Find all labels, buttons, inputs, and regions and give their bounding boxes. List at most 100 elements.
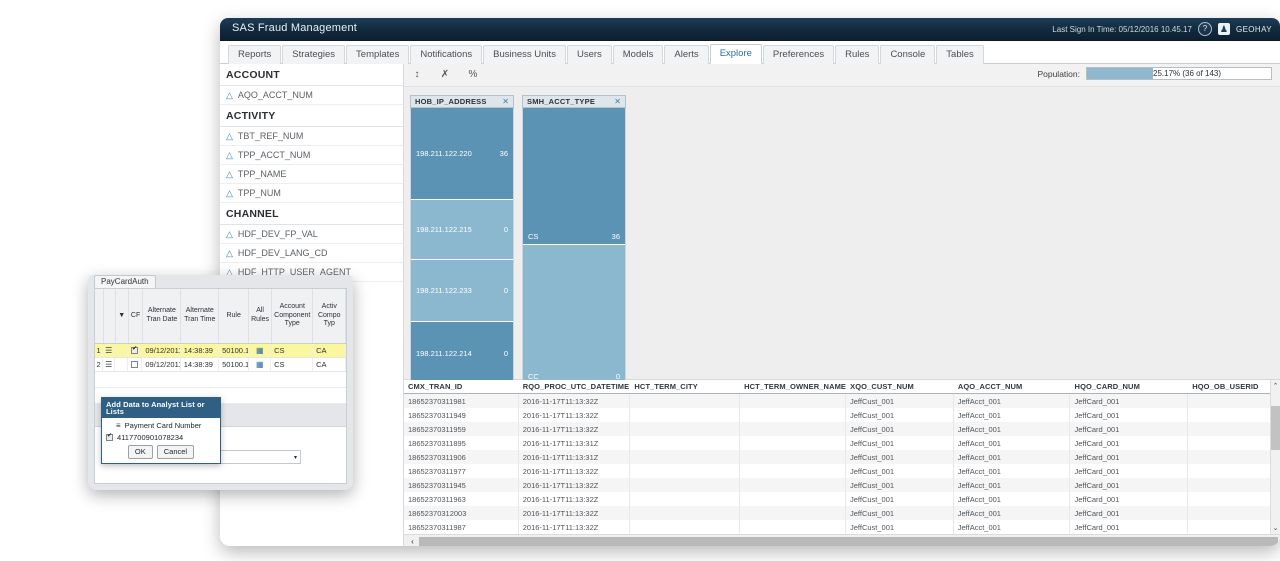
table-cell <box>1188 450 1266 464</box>
row-menu-icon[interactable]: ☰ <box>103 344 115 357</box>
paycardauth-row[interactable]: 1 ☰ 09/12/2011 14:38:39 50100.1 ▦ CS CA <box>95 344 346 358</box>
ph-alternate-tran-time[interactable]: AlternateTran Time <box>181 289 219 343</box>
table-cell: 18652370311959 <box>404 422 519 436</box>
user-avatar-icon[interactable]: ♟ <box>1218 23 1230 35</box>
tab-rules[interactable]: Rules <box>835 45 879 65</box>
table-row[interactable]: 186523703119772016-11-17T11:13:32ZJeffCu… <box>404 464 1280 478</box>
column-header-hct-term-owner-name[interactable]: HCT_TERM_OWNER_NAME <box>740 380 846 393</box>
table-row[interactable]: 186523703119492016-11-17T11:13:32ZJeffCu… <box>404 408 1280 422</box>
table-row[interactable]: 186523703119592016-11-17T11:13:32ZJeffCu… <box>404 422 1280 436</box>
percent-icon[interactable]: % <box>466 68 480 82</box>
field-item-hdf-dev-lang-cd[interactable]: △ HDF_DEV_LANG_CD <box>220 244 403 263</box>
cf-checkbox-cell[interactable] <box>128 358 143 371</box>
close-icon[interactable]: ✕ <box>502 98 509 106</box>
cf-checkbox-cell[interactable] <box>128 344 143 357</box>
table-cell <box>740 464 846 478</box>
grid-horizontal-scrollbar[interactable]: ‹ <box>404 534 1280 546</box>
chart-segment[interactable]: 198.211.122.214 0 <box>411 322 513 384</box>
filter-icon[interactable]: ▼ <box>116 289 129 343</box>
sort-icon[interactable]: ↕ <box>410 68 424 82</box>
chart-segment[interactable]: CS 36 <box>523 108 625 245</box>
chart-segment[interactable]: CC 0 <box>523 245 625 384</box>
scroll-up-icon[interactable]: ⌃ <box>1271 382 1280 390</box>
all-rules-icon[interactable]: ▦ <box>249 344 271 357</box>
population-label: Population: <box>1037 69 1080 79</box>
column-header-hqo-card-num[interactable]: HQO_CARD_NUM <box>1071 380 1189 393</box>
row-menu-icon[interactable]: ☰ <box>103 358 115 371</box>
grid-vertical-scrollbar[interactable]: ⌃ ⌄ <box>1270 380 1280 534</box>
table-cell <box>740 520 846 534</box>
table-cell <box>1188 422 1266 436</box>
population-indicator: Population: 25.17% (36 of 143) <box>1037 67 1272 80</box>
ph-all-rules[interactable]: AllRules <box>249 289 272 343</box>
table-row[interactable]: 186523703119452016-11-17T11:13:32ZJeffCu… <box>404 478 1280 492</box>
table-cell <box>740 408 846 422</box>
tab-users[interactable]: Users <box>567 45 612 65</box>
chart-title: SMH_ACCT_TYPE <box>527 97 595 106</box>
cf-checkbox[interactable] <box>131 347 138 354</box>
table-row[interactable]: 186523703119062016-11-17T11:13:31ZJeffCu… <box>404 450 1280 464</box>
field-item-tpp-acct-num[interactable]: △ TPP_ACCT_NUM <box>220 146 403 165</box>
help-icon[interactable]: ? <box>1198 22 1212 36</box>
chart-segment[interactable]: 198.211.122.220 36 <box>411 108 513 200</box>
list-item-row[interactable]: 4117700901078234 <box>106 433 216 442</box>
column-header-xqo-cust-num[interactable]: XQO_CUST_NUM <box>846 380 954 393</box>
field-item-tpp-name[interactable]: △ TPP_NAME <box>220 165 403 184</box>
field-group-account: ACCOUNT <box>220 64 403 86</box>
table-cell <box>1188 436 1266 450</box>
close-icon[interactable]: ✕ <box>614 98 621 106</box>
chevron-down-icon[interactable]: ▾ <box>294 454 297 461</box>
scroll-thumb[interactable] <box>1271 406 1280 450</box>
tab-templates[interactable]: Templates <box>346 45 409 65</box>
ph-account-component-type[interactable]: AccountComponentType <box>272 289 313 343</box>
analyst-list-checkbox[interactable] <box>106 434 113 441</box>
tab-preferences[interactable]: Preferences <box>763 45 834 65</box>
tab-alerts[interactable]: Alerts <box>664 45 708 65</box>
username-label: GEOHAY <box>1236 25 1272 34</box>
clear-filter-icon[interactable]: ✗ <box>438 68 452 82</box>
ok-button[interactable]: OK <box>128 445 153 459</box>
table-row[interactable]: 186523703119872016-11-17T11:13:32ZJeffCu… <box>404 520 1280 534</box>
scroll-left-icon[interactable]: ‹ <box>406 537 419 546</box>
table-row[interactable]: 186523703120032016-11-17T11:13:32ZJeffCu… <box>404 506 1280 520</box>
all-rules-icon[interactable]: ▦ <box>249 358 271 371</box>
tab-tables[interactable]: Tables <box>936 45 983 65</box>
scroll-down-icon[interactable]: ⌄ <box>1271 524 1280 532</box>
table-cell <box>630 492 740 506</box>
column-header-cmx-tran-id[interactable]: CMX_TRAN_ID <box>404 380 519 393</box>
cancel-button[interactable]: Cancel <box>157 445 194 459</box>
paycardauth-header-row: ▼ CF AlternateTran Date AlternateTran Ti… <box>95 289 346 344</box>
tab-reports[interactable]: Reports <box>228 45 281 65</box>
tab-console[interactable]: Console <box>880 45 935 65</box>
paycardauth-grid: ▼ CF AlternateTran Date AlternateTran Ti… <box>94 288 347 484</box>
tab-models[interactable]: Models <box>613 45 664 65</box>
column-header-hct-term-city[interactable]: HCT_TERM_CITY <box>630 380 740 393</box>
tab-business-units[interactable]: Business Units <box>483 45 566 65</box>
table-cell: 2016-11-17T11:13:31Z <box>519 436 631 450</box>
paycardauth-row[interactable]: 2 ☰ 09/12/2011 14:38:39 50100.1 ▦ CS CA <box>95 358 346 372</box>
field-item-tpp-num[interactable]: △ TPP_NUM <box>220 184 403 203</box>
field-item-hdf-dev-fp-val[interactable]: △ HDF_DEV_FP_VAL <box>220 225 403 244</box>
ph-rule[interactable]: Rule <box>219 289 249 343</box>
tab-strategies[interactable]: Strategies <box>282 45 345 65</box>
chart-segment[interactable]: 198.211.122.215 0 <box>411 200 513 260</box>
population-value-text: 25.17% (36 of 143) <box>1153 69 1221 78</box>
hscroll-thumb[interactable] <box>419 537 1278 546</box>
tab-paycardauth[interactable]: PayCardAuth <box>94 275 156 288</box>
table-row[interactable]: 186523703119632016-11-17T11:13:32ZJeffCu… <box>404 492 1280 506</box>
column-header-aqo-acct-num[interactable]: AQO_ACCT_NUM <box>954 380 1071 393</box>
chart-segment[interactable]: 198.211.122.233 0 <box>411 260 513 322</box>
column-header-hqo-ob-userid[interactable]: HQO_OB_USERID <box>1188 380 1266 393</box>
table-row[interactable]: 186523703118952016-11-17T11:13:31ZJeffCu… <box>404 436 1280 450</box>
row-filter-cell <box>115 344 128 357</box>
ph-alternate-tran-date[interactable]: AlternateTran Date <box>143 289 181 343</box>
tab-notifications[interactable]: Notifications <box>410 45 482 65</box>
column-header-rqo-proc-utc-datetime[interactable]: RQO_PROC_UTC_DATETIME <box>519 380 631 393</box>
table-row[interactable]: 186523703119812016-11-17T11:13:32ZJeffCu… <box>404 394 1280 408</box>
ph-cf[interactable]: CF <box>129 289 144 343</box>
ph-activity-component-type[interactable]: ActivCompoTyp <box>313 289 346 343</box>
field-item-tbt-ref-num[interactable]: △ TBT_REF_NUM <box>220 127 403 146</box>
field-item-aqo-acct-num[interactable]: △ AQO_ACCT_NUM <box>220 86 403 105</box>
cf-checkbox[interactable] <box>131 361 138 368</box>
tab-explore[interactable]: Explore <box>710 44 762 65</box>
